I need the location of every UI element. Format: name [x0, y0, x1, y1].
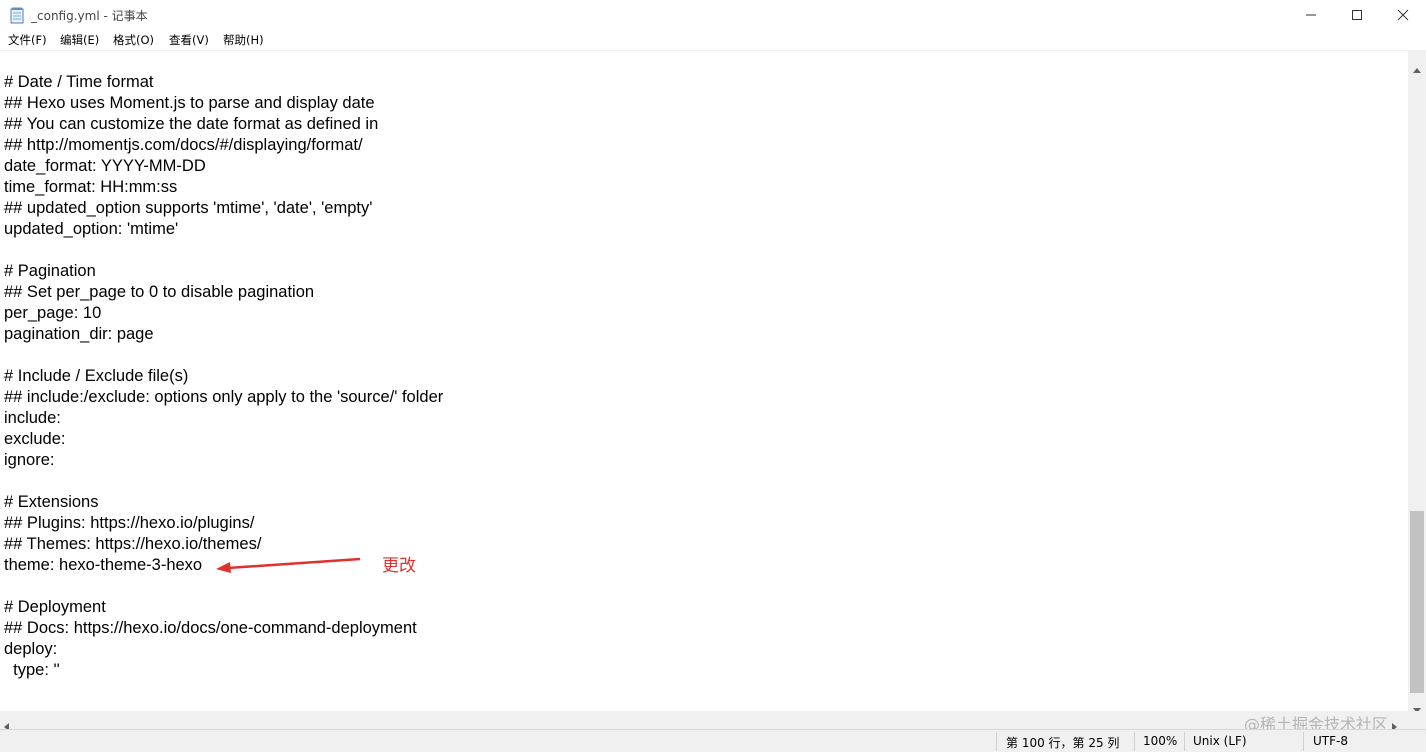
minimize-button[interactable] [1288, 0, 1334, 31]
minimize-icon [1305, 6, 1317, 25]
close-icon [1397, 6, 1409, 25]
status-encoding: UTF-8 [1313, 734, 1348, 748]
maximize-icon [1351, 6, 1363, 25]
status-divider [996, 732, 997, 751]
editor-line: date_format: YYYY-MM-DD [4, 157, 206, 175]
editor-line: ## http://momentjs.com/docs/#/displaying… [4, 136, 363, 154]
annotation-arrow-icon [216, 557, 361, 573]
menu-format[interactable]: 格式(O) [113, 32, 154, 48]
status-zoom: 100% [1143, 734, 1178, 748]
editor-line: ignore: [4, 451, 55, 469]
menu-file[interactable]: 文件(F) [8, 32, 47, 48]
editor-line: exclude: [4, 430, 66, 448]
window-title: _config.yml - 记事本 [31, 9, 148, 23]
editor-line: include: [4, 409, 61, 427]
notepad-icon [10, 7, 24, 24]
scroll-up-icon[interactable] [1413, 58, 1421, 77]
vertical-scroll-thumb[interactable] [1410, 511, 1424, 693]
editor-line: type: '' [4, 661, 60, 679]
editor-line: deploy: [4, 640, 58, 658]
editor-line: updated_option: 'mtime' [4, 220, 179, 238]
status-divider [1303, 732, 1304, 751]
status-divider [1184, 732, 1185, 751]
editor-line: # Extensions [4, 493, 99, 511]
status-line-ending: Unix (LF) [1193, 734, 1247, 748]
editor-line: time_format: HH:mm:ss [4, 178, 178, 196]
editor-line: ## Hexo uses Moment.js to parse and disp… [4, 94, 375, 112]
editor-line: ## include:/exclude: options only apply … [4, 388, 444, 406]
vertical-scrollbar[interactable] [1408, 51, 1426, 713]
editor-line: # Date / Time format [4, 73, 154, 91]
editor-line: ## updated_option supports 'mtime', 'dat… [4, 199, 373, 217]
menu-view[interactable]: 查看(V) [169, 32, 209, 48]
editor-line: per_page: 10 [4, 304, 102, 322]
menu-bar: 文件(F) 编辑(E) 格式(O) 查看(V) 帮助(H) [0, 31, 1426, 51]
annotation-label: 更改 [382, 556, 416, 576]
editor-line: # Include / Exclude file(s) [4, 367, 189, 385]
title-bar: _config.yml - 记事本 [0, 0, 1426, 31]
text-editor[interactable]: # Date / Time format ## Hexo uses Moment… [0, 51, 1408, 711]
editor-line: ## Docs: https://hexo.io/docs/one-comman… [4, 619, 417, 637]
menu-help[interactable]: 帮助(H) [223, 32, 264, 48]
close-button[interactable] [1380, 0, 1426, 31]
editor-line: ## Plugins: https://hexo.io/plugins/ [4, 514, 255, 532]
maximize-button[interactable] [1334, 0, 1380, 31]
editor-line: ## You can customize the date format as … [4, 115, 379, 133]
scrollbar-corner [1408, 711, 1426, 729]
editor-line: pagination_dir: page [4, 325, 154, 343]
horizontal-scrollbar[interactable] [0, 711, 1408, 731]
menu-edit[interactable]: 编辑(E) [60, 32, 99, 48]
editor-line: # Deployment [4, 598, 106, 616]
editor-line: # Pagination [4, 262, 96, 280]
status-divider [1134, 732, 1135, 751]
editor-line: ## Set per_page to 0 to disable paginati… [4, 283, 315, 301]
editor-content: # Date / Time format ## Hexo uses Moment… [4, 72, 443, 681]
status-bar: 第 100 行，第 25 列 100% Unix (LF) UTF-8 [0, 729, 1426, 752]
status-cursor-position: 第 100 行，第 25 列 [1006, 736, 1120, 750]
